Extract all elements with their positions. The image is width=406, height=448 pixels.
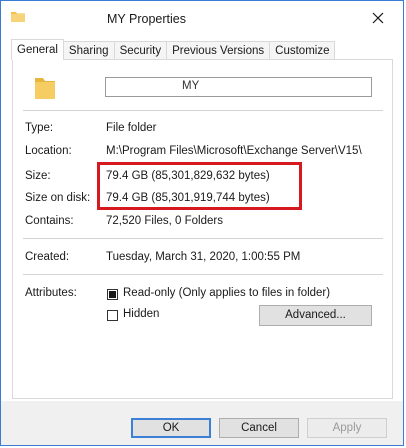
readonly-label: Read-only (Only applies to files in fold… [123, 287, 331, 299]
attributes-label: Attributes: [25, 287, 77, 299]
title-bar: MY Properties [1, 1, 403, 35]
location-label: Location: [25, 145, 72, 157]
hidden-checkbox[interactable] [107, 310, 118, 321]
cancel-button[interactable]: Cancel [219, 418, 299, 438]
created-label: Created: [25, 251, 70, 263]
window-title: MY Properties [107, 12, 186, 26]
type-value: File folder [106, 122, 157, 134]
properties-dialog: MY Properties General Sharing Security P… [0, 0, 404, 446]
close-button[interactable] [363, 6, 393, 30]
advanced-button[interactable]: Advanced... [259, 305, 372, 326]
created-value: Tuesday, March 31, 2020, 1:00:55 PM [106, 251, 301, 263]
tab-customize[interactable]: Customize [269, 41, 336, 59]
contains-label: Contains: [25, 215, 74, 227]
folder-name-field[interactable]: MY [105, 77, 372, 97]
tab-previous-versions[interactable]: Previous Versions [166, 41, 271, 59]
divider [23, 274, 383, 275]
tab-security[interactable]: Security [113, 41, 168, 59]
dialog-footer: OK Cancel Apply [1, 401, 403, 445]
size-label: Size: [25, 170, 51, 182]
folder-icon [35, 78, 55, 99]
tab-general[interactable]: General [11, 39, 64, 60]
tab-sharing[interactable]: Sharing [62, 41, 115, 59]
readonly-checkbox[interactable] [107, 289, 118, 300]
size-on-disk-label: Size on disk: [25, 192, 91, 204]
close-icon [372, 12, 384, 24]
hidden-label: Hidden [123, 308, 160, 320]
type-label: Type: [25, 122, 54, 134]
ok-button[interactable]: OK [131, 418, 211, 438]
tab-strip: General Sharing Security Previous Versio… [11, 39, 336, 61]
apply-button[interactable]: Apply [307, 418, 387, 438]
location-value: M:\Program Files\Microsoft\Exchange Serv… [106, 145, 362, 157]
contains-value: 72,520 Files, 0 Folders [106, 215, 223, 227]
folder-icon [11, 12, 25, 22]
folder-name-value: MY [182, 80, 200, 92]
general-panel: MY Type: File folder Location: M:\Progra… [12, 59, 393, 399]
divider [23, 238, 383, 239]
size-highlight-box [97, 162, 302, 210]
divider [23, 110, 383, 111]
